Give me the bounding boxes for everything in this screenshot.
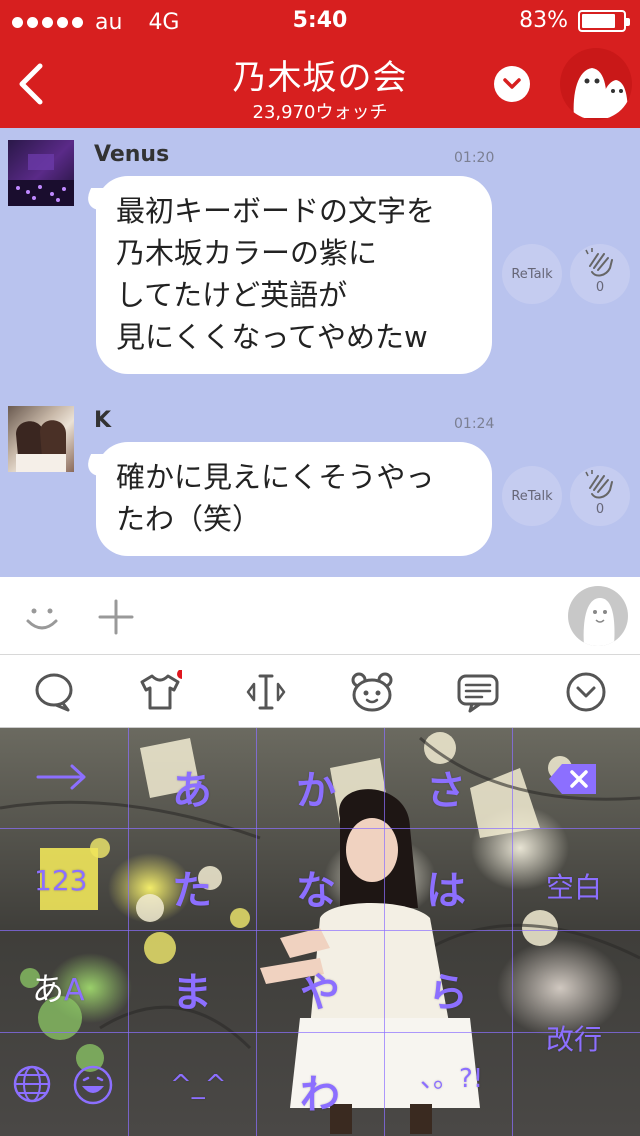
plus-icon xyxy=(98,599,134,635)
toolbar-sticker-button[interactable] xyxy=(350,670,394,714)
toolbar-phrase-button[interactable] xyxy=(456,670,500,714)
status-bar: au 4G 5:40 83% xyxy=(0,0,640,40)
toolbar-collapse-button[interactable] xyxy=(564,670,608,714)
cursor-right-key[interactable] xyxy=(36,762,88,796)
key-ta[interactable]: た xyxy=(172,858,212,916)
globe-icon xyxy=(13,1065,51,1103)
avatar[interactable] xyxy=(8,140,74,206)
alpha-mode-label: A xyxy=(64,973,85,1008)
chat-area[interactable]: Venus 01:20 最初キーボードの文字を 乃木坂カラーの紫に してたけど英… xyxy=(0,128,640,577)
key-na[interactable]: な xyxy=(296,858,336,916)
key-numbers[interactable]: 123 xyxy=(34,864,87,897)
toolbar-chat-button[interactable] xyxy=(32,670,76,714)
retalk-button[interactable]: ReTalk xyxy=(502,466,562,526)
emoticon-key[interactable]: ^_^ xyxy=(170,1070,227,1100)
clap-button[interactable]: 0 xyxy=(570,466,630,526)
mascot-icon xyxy=(573,68,628,118)
globe-key[interactable] xyxy=(12,1064,52,1108)
key-ka[interactable]: か xyxy=(296,758,336,816)
message-bubble[interactable]: 最初キーボードの文字を 乃木坂カラーの紫に してたけど英語が 見にくくなってやめ… xyxy=(96,176,492,374)
clap-count: 0 xyxy=(595,280,605,295)
space-key[interactable]: 空白 xyxy=(546,866,602,906)
key-wa[interactable]: わ xyxy=(300,1062,340,1120)
arrow-right-icon xyxy=(36,764,86,790)
clap-icon xyxy=(585,248,613,277)
flick-keyboard: あ か さ 123 た な は 空白 あ A ま や ら 改行 ^_^ わ 、。… xyxy=(0,728,640,1136)
sender-name: K xyxy=(94,408,112,433)
emoji-key[interactable] xyxy=(72,1064,114,1110)
message-input-bar xyxy=(0,577,640,655)
smile-button[interactable] xyxy=(22,597,62,641)
punctuation-key[interactable]: 、。?! xyxy=(420,1058,483,1095)
delete-key[interactable] xyxy=(548,762,598,800)
dropdown-button[interactable] xyxy=(494,66,530,102)
avatar[interactable] xyxy=(8,406,74,472)
profile-button[interactable] xyxy=(568,586,628,646)
chat-bubble-icon xyxy=(35,673,73,712)
add-button[interactable] xyxy=(96,597,136,641)
cursor-icon xyxy=(246,674,286,710)
message-icon xyxy=(457,674,499,713)
battery-percent: 83% xyxy=(519,8,568,33)
key-ya[interactable]: や xyxy=(300,960,340,1018)
key-ma[interactable]: ま xyxy=(172,960,212,1018)
smile-icon xyxy=(26,608,58,630)
key-ra[interactable]: ら xyxy=(428,960,468,1018)
clap-count: 0 xyxy=(595,502,605,517)
bear-face-icon xyxy=(351,672,393,712)
emoji-icon xyxy=(73,1065,113,1105)
delete-icon xyxy=(549,764,596,794)
profile-icon xyxy=(583,598,615,646)
mascot-button[interactable] xyxy=(560,48,632,120)
message-bubble[interactable]: 確かに見えにくそうやっ たわ（笑） xyxy=(96,442,492,556)
app-header: au 4G 5:40 83% 乃木坂の会 23,970ウォッチ xyxy=(0,0,640,128)
key-ha[interactable]: は xyxy=(426,858,466,916)
key-sa[interactable]: さ xyxy=(426,758,466,816)
watch-count: 23,970ウォッチ xyxy=(252,102,388,123)
enter-key[interactable]: 改行 xyxy=(546,1018,602,1058)
battery-icon xyxy=(578,9,630,32)
chevron-circle-icon xyxy=(566,672,606,712)
key-a[interactable]: あ xyxy=(172,758,212,816)
page-title: 乃木坂の会 xyxy=(232,58,408,98)
input-mode-key[interactable]: あ A xyxy=(32,964,85,1010)
sender-name: Venus xyxy=(94,142,170,167)
kana-mode-label: あ xyxy=(32,970,65,1008)
clap-icon xyxy=(585,470,613,499)
clap-button[interactable]: 0 xyxy=(570,244,630,304)
message-time: 01:20 xyxy=(454,150,495,166)
keyboard-toolbar xyxy=(0,656,640,728)
shirt-icon xyxy=(140,669,187,710)
chevron-down-icon xyxy=(503,78,521,89)
toolbar-cursor-button[interactable] xyxy=(244,670,288,714)
toolbar-theme-button[interactable] xyxy=(138,669,187,714)
retalk-button[interactable]: ReTalk xyxy=(502,244,562,304)
message-time: 01:24 xyxy=(454,416,495,432)
